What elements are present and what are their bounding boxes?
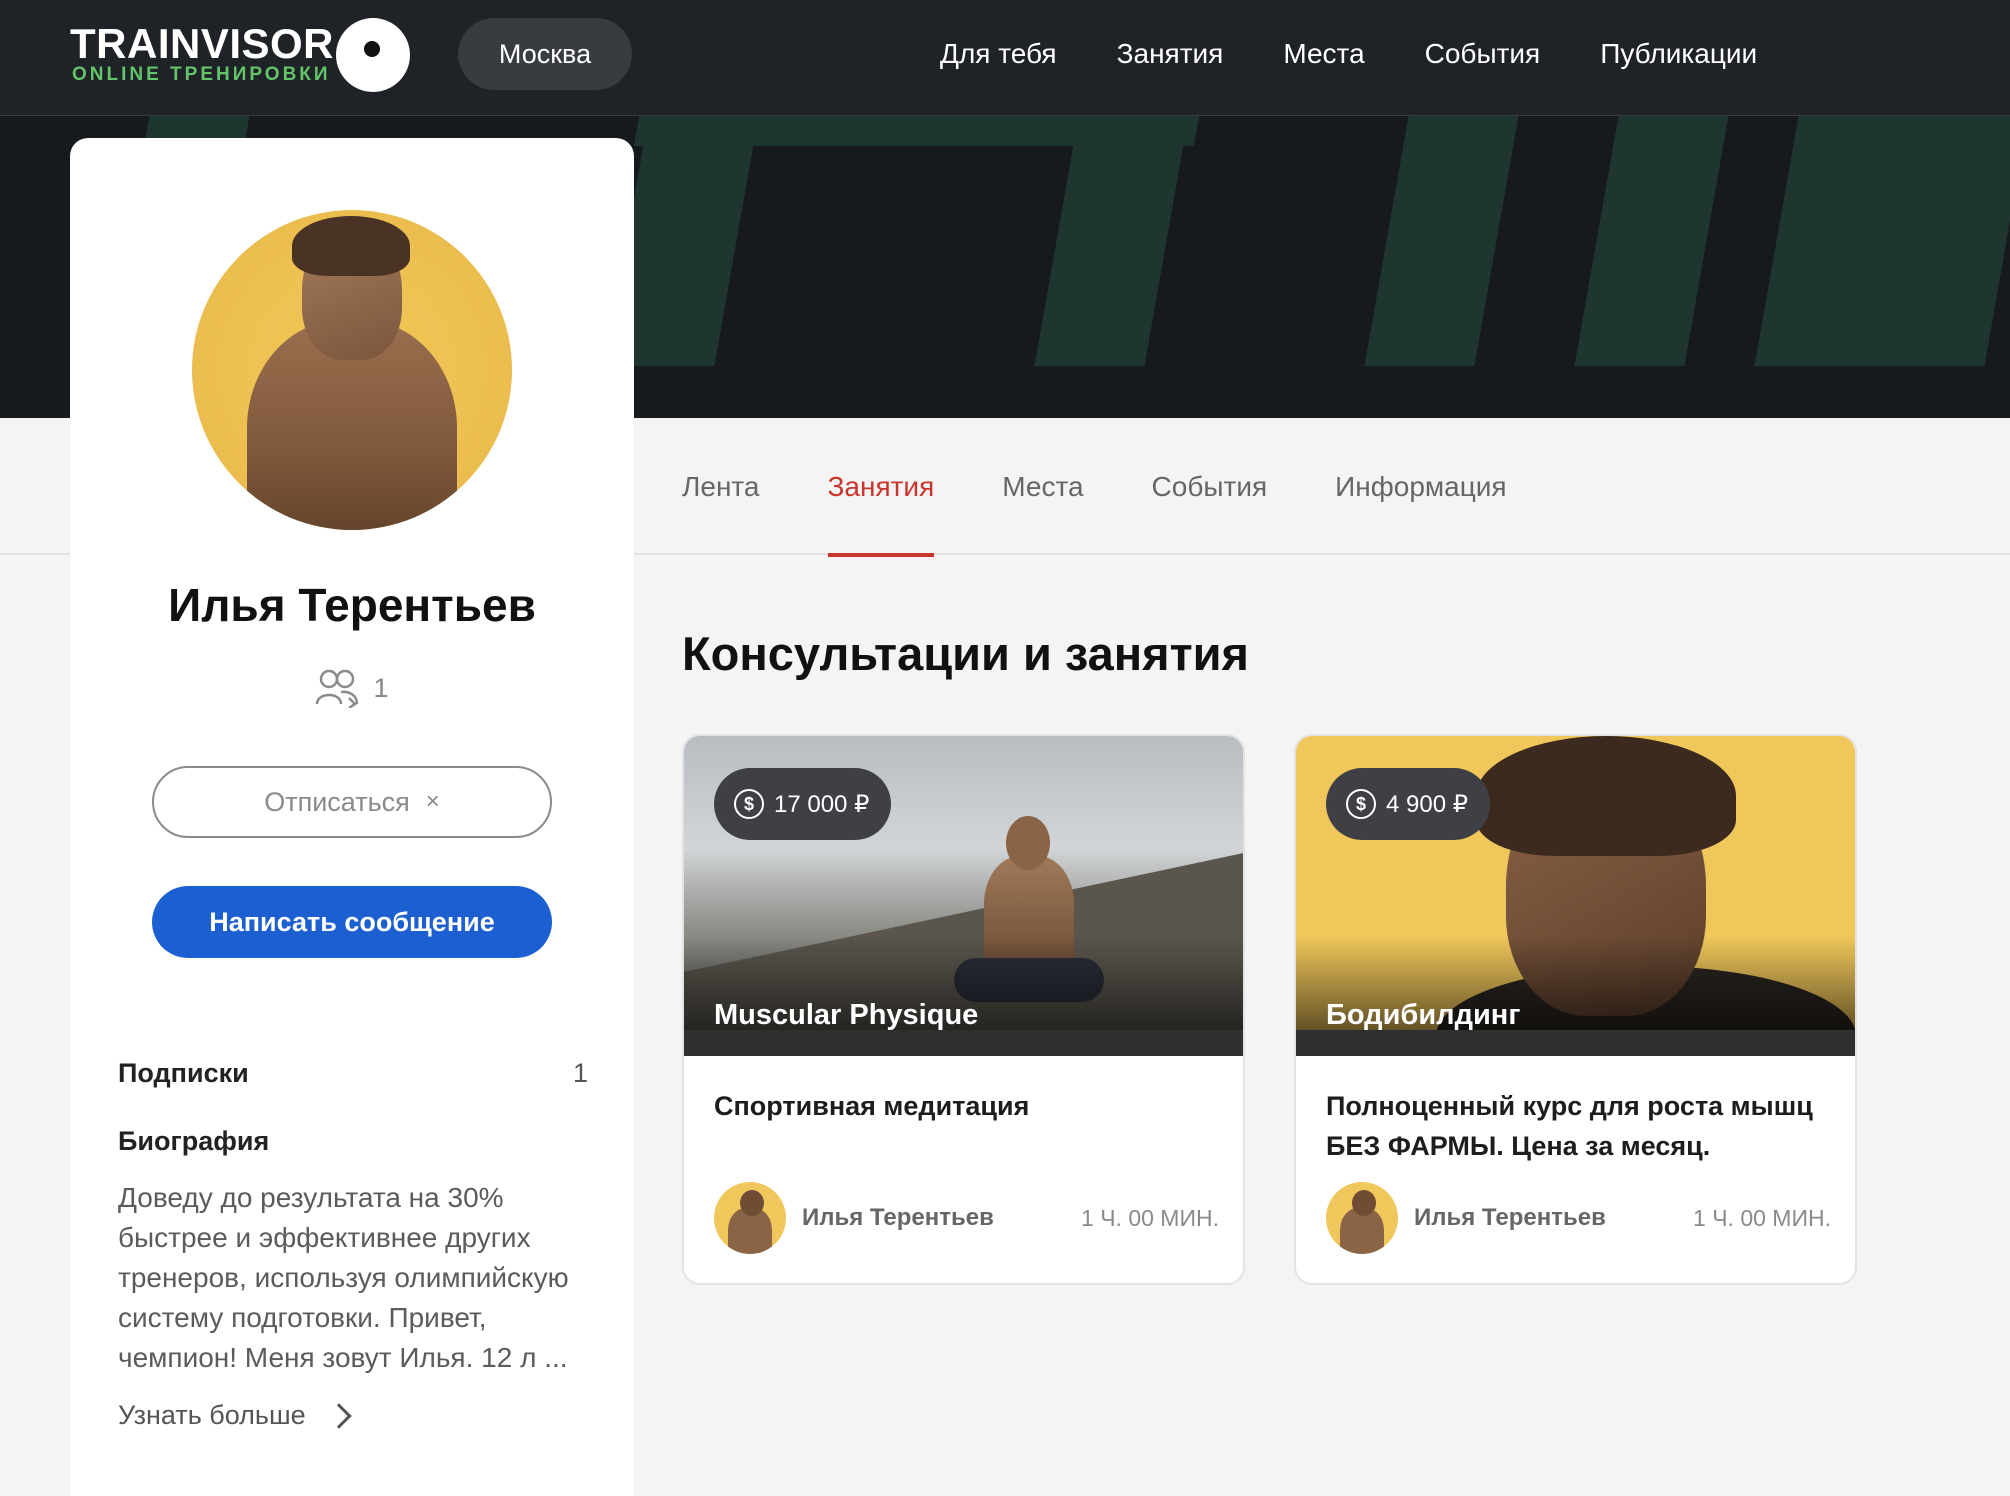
- class-duration: 1 Ч. 00 МИН.: [1081, 1204, 1219, 1231]
- logo-title: TRAINVISOR: [70, 20, 335, 67]
- cover-graphic: [1364, 116, 1526, 366]
- followers-number: 1: [373, 672, 389, 703]
- nav-link-classes[interactable]: Занятия: [1117, 38, 1224, 70]
- cover-graphic: [1034, 116, 1196, 366]
- subscriptions-count: 1: [572, 1058, 588, 1088]
- price-badge: $ 4 900 ₽: [1326, 768, 1490, 840]
- price-value: 17 000 ₽: [774, 790, 870, 818]
- learn-more-label: Узнать больше: [118, 1400, 306, 1430]
- tab-events[interactable]: События: [1152, 418, 1268, 555]
- followers-icon: [316, 669, 359, 708]
- section-title: Консультации и занятия: [682, 627, 1249, 680]
- biography-title: Биография: [118, 1126, 270, 1156]
- author-avatar: [714, 1182, 786, 1254]
- author-avatar: [1326, 1182, 1398, 1254]
- nav-link-publications[interactable]: Публикации: [1600, 38, 1757, 70]
- tab-classes[interactable]: Занятия: [827, 418, 934, 557]
- dollar-icon: $: [1346, 789, 1376, 819]
- logo-eye-icon: [336, 18, 410, 92]
- cover-graphic: [1754, 116, 2010, 366]
- image-figure: [1006, 816, 1050, 870]
- subscriptions-row[interactable]: Подписки 1: [118, 1058, 588, 1089]
- profile-tabs: Лента Занятия Места События Информация: [682, 418, 1575, 557]
- dollar-icon: $: [734, 789, 764, 819]
- main-nav: Для тебя Занятия Места События Публикаци…: [940, 0, 1817, 108]
- image-figure: [684, 1030, 1243, 1056]
- author-name: Илья Терентьев: [1414, 1204, 1606, 1231]
- profile-name: Илья Терентьев: [168, 579, 536, 631]
- price-value: 4 900 ₽: [1386, 790, 1468, 818]
- nav-link-events[interactable]: События: [1425, 38, 1541, 70]
- unsubscribe-button[interactable]: Отписаться ×: [152, 766, 552, 838]
- tab-information[interactable]: Информация: [1335, 418, 1506, 555]
- class-category: Muscular Physique: [714, 999, 979, 1031]
- profile-card: Илья Терентьев 1 Отписаться × Написать с…: [70, 138, 634, 1496]
- class-card-footer: Илья Терентьев 1 Ч. 00 МИН.: [714, 1182, 1219, 1254]
- price-badge: $ 17 000 ₽: [714, 768, 892, 840]
- class-card[interactable]: $ 17 000 ₽ Muscular Physique Спортивная …: [682, 734, 1245, 1285]
- logo-subtitle: ONLINE ТРЕНИРОВКИ: [72, 64, 331, 85]
- city-selector-button[interactable]: Москва: [458, 18, 632, 90]
- avatar-figure: [292, 216, 410, 276]
- followers-count[interactable]: 1: [70, 668, 634, 708]
- send-message-button[interactable]: Написать сообщение: [152, 886, 552, 958]
- class-title: Полноценный курс для роста мышц БЕЗ ФАРМ…: [1326, 1091, 1813, 1161]
- class-card[interactable]: $ 4 900 ₽ Бодибилдинг Полноценный курс д…: [1294, 734, 1857, 1285]
- learn-more-link[interactable]: Узнать больше: [118, 1400, 352, 1431]
- subscriptions-label: Подписки: [118, 1058, 249, 1088]
- image-figure: [1476, 736, 1736, 856]
- class-duration: 1 Ч. 00 МИН.: [1693, 1204, 1831, 1231]
- nav-link-for-you[interactable]: Для тебя: [940, 38, 1057, 70]
- profile-avatar: [192, 210, 512, 530]
- trainvisor-logo[interactable]: TRAINVISOR ONLINE ТРЕНИРОВКИ: [70, 18, 410, 98]
- class-title: Спортивная медитация: [714, 1091, 1030, 1121]
- author-name: Илья Терентьев: [802, 1204, 994, 1231]
- cover-graphic: [1574, 116, 1736, 366]
- top-navigation: TRAINVISOR ONLINE ТРЕНИРОВКИ Москва Для …: [0, 0, 2010, 116]
- nav-link-places[interactable]: Места: [1283, 38, 1364, 70]
- close-icon: ×: [425, 788, 440, 815]
- class-category: Бодибилдинг: [1326, 999, 1521, 1031]
- tab-feed[interactable]: Лента: [682, 418, 760, 555]
- chevron-right-icon: [325, 1402, 352, 1429]
- image-figure: [1296, 1030, 1855, 1056]
- tab-places[interactable]: Места: [1002, 418, 1083, 555]
- unsubscribe-label: Отписаться: [264, 786, 410, 817]
- biography-text: Доведу до результата на 30% быстрее и эф…: [118, 1182, 569, 1373]
- class-card-footer: Илья Терентьев 1 Ч. 00 МИН.: [1326, 1182, 1831, 1254]
